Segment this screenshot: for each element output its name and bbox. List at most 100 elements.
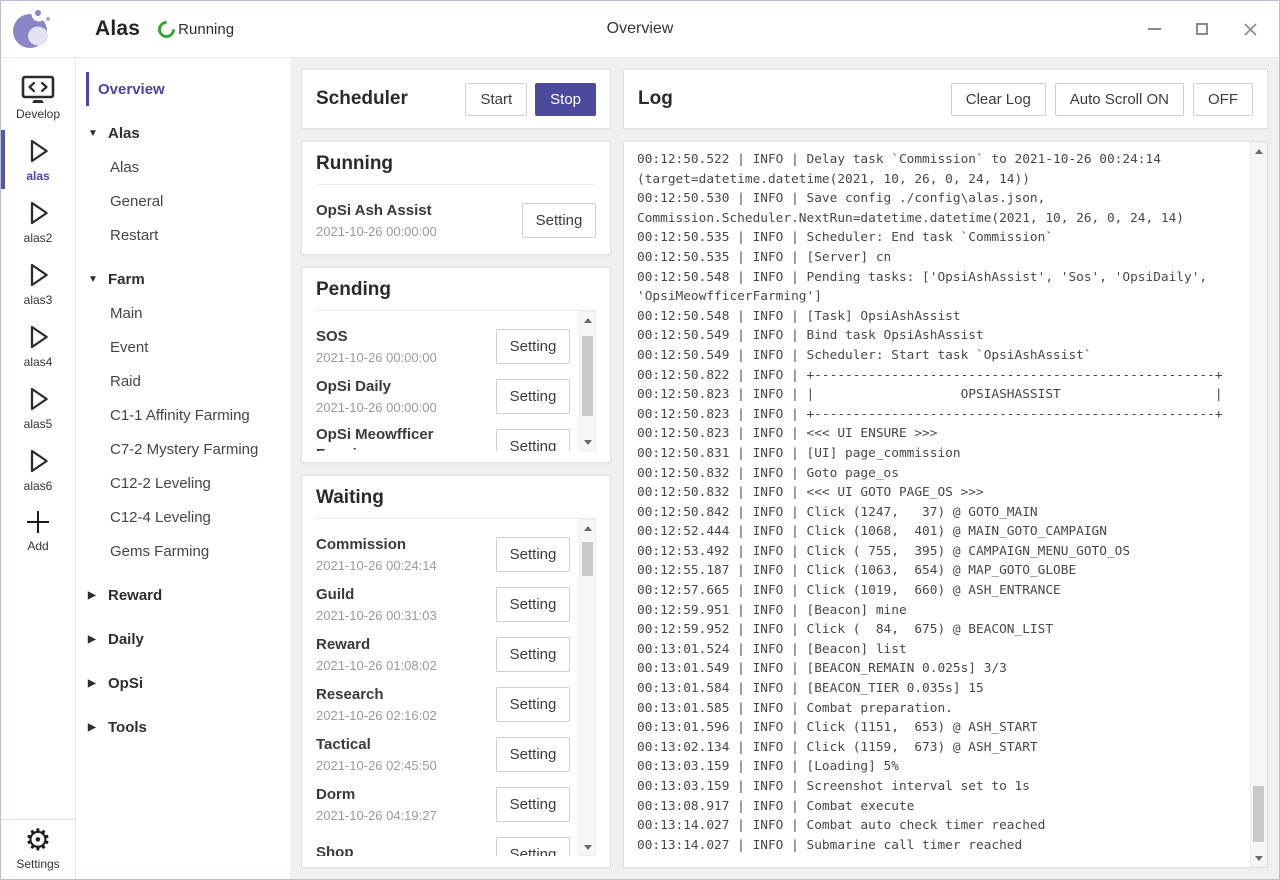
app-title: Alas [95,17,140,41]
pending-scrollbar[interactable] [579,311,596,451]
log-scrollbar[interactable] [1250,142,1267,867]
start-button[interactable]: Start [465,83,527,116]
nav-item[interactable]: ▼ Alas [86,116,290,150]
task-row: Research 2021-10-26 02:16:02 Setting [316,679,596,729]
minimize-icon [1148,28,1161,30]
task-name: Tactical [316,735,488,755]
nav-item[interactable]: ▶ Reward [86,578,290,612]
log-line: 00:12:50.832 | INFO | Goto page_os [637,464,1241,484]
nav-item[interactable]: Overview [86,72,290,106]
play-icon [22,197,54,229]
nav-item[interactable]: Event [86,330,290,364]
setting-button[interactable]: Setting [496,587,570,622]
gear-icon: ⚙ [25,826,52,856]
log-line: 00:13:08.917 | INFO | Combat execute [637,797,1241,817]
log-line: 00:13:03.159 | INFO | [Loading] 5% [637,757,1241,777]
pending-list[interactable]: SOS 2021-10-26 00:00:00 Setting OpSi Dai… [316,311,596,451]
task-name: SOS [316,327,488,347]
scheduler-panel: Scheduler Start Stop [301,69,611,129]
log-line: 00:12:50.823 | INFO | +-----------------… [637,405,1241,425]
nav-item[interactable]: ▶ OpSi [86,666,290,700]
scroll-down-icon[interactable] [1251,850,1266,866]
scroll-up-icon[interactable] [580,312,595,328]
rail-item-alas5[interactable]: alas5 [1,378,75,437]
setting-button[interactable]: Setting [496,329,570,364]
task-time: 2021-10-26 00:00:00 [316,224,514,239]
waiting-scrollbar[interactable] [579,519,596,856]
log-line: (target=datetime.datetime(2021, 10, 26, … [637,170,1241,190]
autoscroll-on-button[interactable]: Auto Scroll ON [1055,83,1184,116]
task-name: Reward [316,635,488,655]
clear-log-button[interactable]: Clear Log [951,83,1046,116]
rail-item-alas4[interactable]: alas4 [1,316,75,375]
setting-button[interactable]: Setting [496,787,570,822]
task-time: 2021-10-26 04:19:27 [316,808,488,823]
maximize-button[interactable] [1193,20,1211,38]
alas-logo-icon [11,6,53,52]
scrollbar-thumb[interactable] [582,542,593,576]
nav-item[interactable]: Restart [86,218,290,252]
log-line: 00:13:14.027 | INFO | Combat auto check … [637,816,1241,836]
task-info: Reward 2021-10-26 01:08:02 [316,635,496,673]
nav-item[interactable]: C12-4 Leveling [86,500,290,534]
rail-item-alas[interactable]: alas [1,130,75,189]
scroll-down-icon[interactable] [580,839,595,855]
log-line: 00:12:50.823 | INFO | | OPSIASHASSIST | [637,385,1241,405]
scroll-up-icon[interactable] [580,520,595,536]
nav-item[interactable]: ▶ Daily [86,622,290,656]
minimize-button[interactable] [1145,20,1163,38]
setting-button[interactable]: Setting [496,737,570,772]
nav-arrow-icon: ▶ [88,634,108,645]
nav-item[interactable]: Gems Farming [86,534,290,568]
setting-button[interactable]: Setting [496,637,570,672]
settings-button[interactable]: ⚙ Settings [1,819,75,879]
log-lines: 00:12:50.522 | INFO | Delay task `Commis… [637,150,1241,855]
rail-item-develop[interactable]: Develop [1,70,75,127]
log-line: 00:12:50.535 | INFO | [Server] cn [637,248,1241,268]
nav-item-label: C1-1 Affinity Farming [110,407,250,424]
nav-item-label: C7-2 Mystery Farming [110,441,258,458]
setting-button[interactable]: Setting [496,429,570,452]
task-row: Dorm 2021-10-26 04:19:27 Setting [316,779,596,829]
nav-item[interactable]: Raid [86,364,290,398]
log-line: 00:12:57.665 | INFO | Click (1019, 660) … [637,581,1241,601]
nav-item-label: Restart [110,227,158,244]
task-info: SOS 2021-10-26 00:00:00 [316,327,496,365]
setting-button[interactable]: Setting [522,203,596,238]
setting-button[interactable]: Setting [496,537,570,572]
scheduler-buttons: Start Stop [465,83,596,116]
scheduler-column: Scheduler Start Stop Running OpSi Ash As… [301,69,611,868]
scroll-up-icon[interactable] [1251,143,1266,159]
play-icon [22,383,54,415]
setting-button[interactable]: Setting [496,379,570,414]
nav-item[interactable]: Main [86,296,290,330]
scheduler-status: Running [158,21,234,38]
scroll-down-icon[interactable] [580,434,595,450]
nav-item[interactable]: ▶ Tools [86,710,290,744]
autoscroll-off-button[interactable]: OFF [1193,83,1253,116]
waiting-list[interactable]: Commission 2021-10-26 00:24:14 Setting G… [316,519,596,856]
rail-item-alas6[interactable]: alas6 [1,440,75,499]
log-line: 00:12:59.952 | INFO | Click ( 84, 675) @… [637,620,1241,640]
scrollbar-thumb[interactable] [582,336,593,416]
nav-item[interactable]: General [86,184,290,218]
stop-button[interactable]: Stop [535,83,596,116]
rail-item-alas3[interactable]: alas3 [1,254,75,313]
scrollbar-thumb[interactable] [1253,786,1264,842]
log-panel[interactable]: 00:12:50.522 | INFO | Delay task `Commis… [623,141,1268,868]
nav-item-label: General [110,193,163,210]
rail-item-alas2[interactable]: alas2 [1,192,75,251]
nav-item[interactable]: Alas [86,150,290,184]
setting-button[interactable]: Setting [496,687,570,722]
task-row: Reward 2021-10-26 01:08:02 Setting [316,629,596,679]
nav-item[interactable]: C7-2 Mystery Farming [86,432,290,466]
task-time: 2021-10-26 02:45:50 [316,758,488,773]
task-row: OpSi Daily 2021-10-26 00:00:00 Setting [316,371,596,421]
nav-item[interactable]: C12-2 Leveling [86,466,290,500]
close-button[interactable] [1241,20,1259,38]
nav-item[interactable]: C1-1 Affinity Farming [86,398,290,432]
rail-item-add[interactable]: Add [1,502,75,559]
app-window: Alas Running Overview [0,0,1280,880]
setting-button[interactable]: Setting [496,837,570,857]
nav-item[interactable]: ▼ Farm [86,262,290,296]
